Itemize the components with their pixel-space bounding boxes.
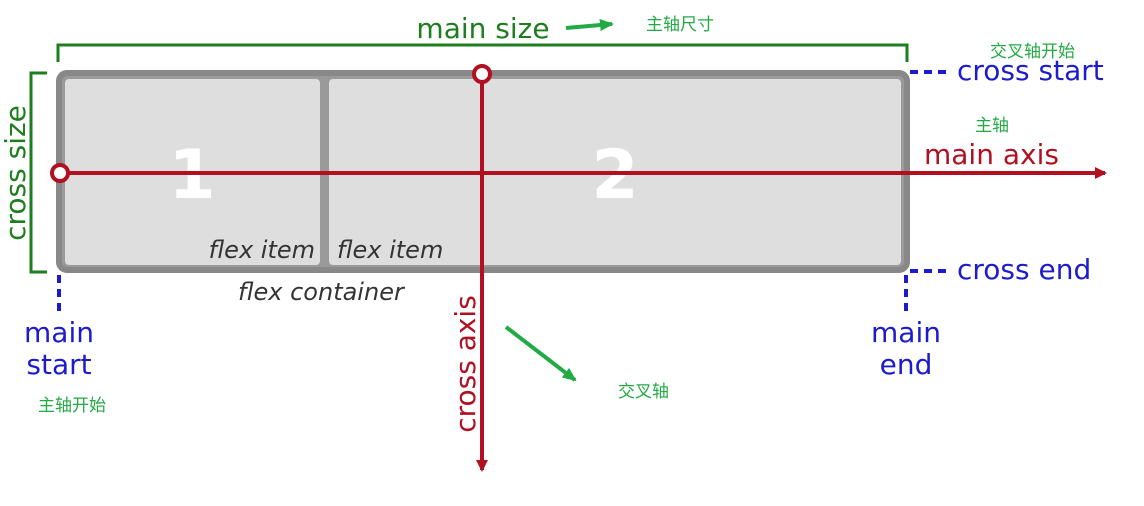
cross-axis-note: 交叉轴	[618, 382, 669, 402]
cross-axis-note-arrow	[504, 325, 577, 382]
item-2-number: 2	[591, 136, 638, 215]
main-size-note: 主轴尺寸	[646, 15, 714, 35]
cross-start-note: 交叉轴开始	[990, 42, 1075, 62]
cross-axis-label: cross axis	[449, 295, 482, 433]
flexbox-diagram: 1 2 flex item flex item flex container m…	[0, 12, 1107, 472]
cross-size-label: cross size	[0, 105, 32, 241]
main-axis-note: 主轴	[975, 116, 1009, 136]
item-1-number: 1	[168, 136, 215, 215]
main-end-label-line1: main	[871, 316, 941, 349]
item-1-caption: flex item	[209, 236, 315, 264]
item-2-caption: flex item	[337, 236, 443, 264]
main-size-label: main size	[416, 12, 549, 45]
main-size-note-arrow	[565, 19, 614, 32]
main-start-label-line1: main	[24, 316, 94, 349]
main-start-label-line2: start	[26, 348, 91, 381]
main-axis-label: main axis	[924, 138, 1059, 171]
flex-container-label: flex container	[238, 278, 406, 306]
cross-end-label: cross end	[957, 253, 1091, 286]
main-end-label-line2: end	[880, 348, 933, 381]
main-axis-origin	[50, 163, 70, 183]
main-size-bracket	[56, 43, 909, 62]
cross-size-bracket	[29, 71, 47, 274]
cross-axis-origin	[472, 64, 492, 84]
main-start-note: 主轴开始	[38, 396, 106, 416]
